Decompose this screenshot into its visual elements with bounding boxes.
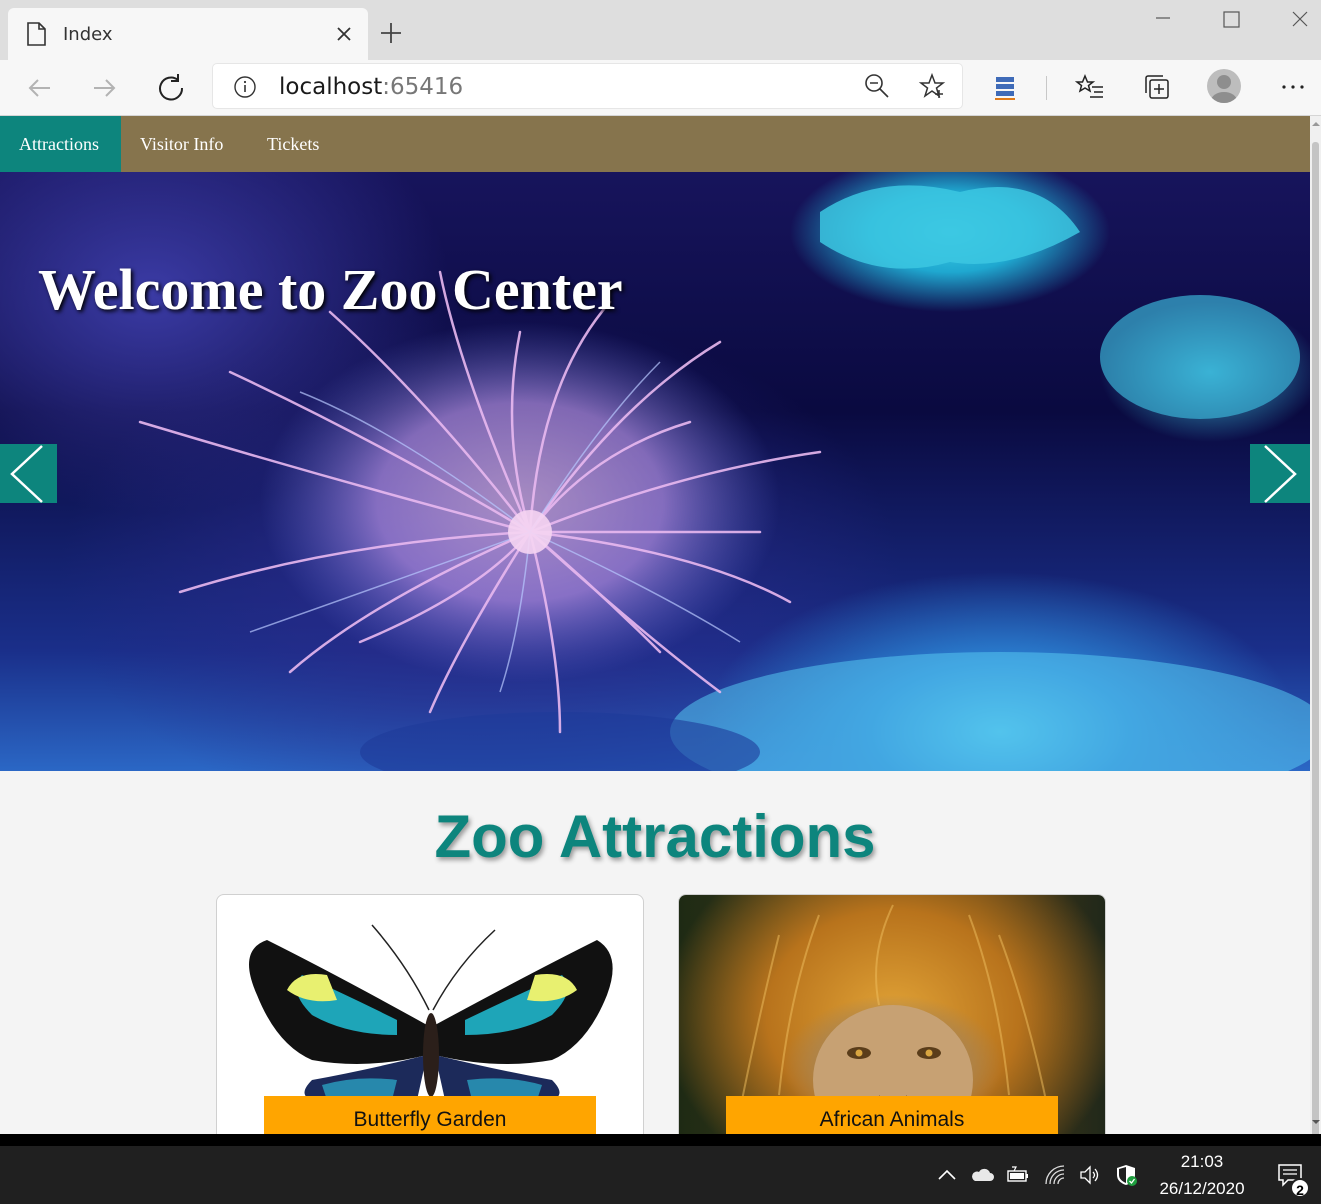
profile-avatar[interactable] [1207, 69, 1241, 103]
volume-icon[interactable] [1078, 1163, 1102, 1187]
page-viewport: Attractions Visitor Info Tickets Welcome… [0, 116, 1310, 1134]
scrollbar-thumb[interactable] [1312, 142, 1319, 1137]
wifi-icon[interactable] [1043, 1163, 1067, 1187]
favorites-list-icon[interactable] [1075, 72, 1105, 102]
close-tab-icon[interactable] [332, 22, 356, 46]
url-port: :65416 [382, 74, 464, 100]
carousel-next-button[interactable] [1250, 444, 1310, 503]
address-bar[interactable]: localhost:65416 [213, 64, 962, 108]
card-label: African Animals [726, 1096, 1058, 1134]
user-icon [1211, 75, 1237, 103]
site-navbar: Attractions Visitor Info Tickets [0, 116, 1310, 172]
favorite-star-icon[interactable] [918, 72, 946, 100]
maximize-icon[interactable] [1216, 6, 1246, 36]
section-title: Zoo Attractions [434, 803, 876, 870]
chevron-right-icon [1264, 445, 1297, 503]
hero-title: Welcome to Zoo Center [38, 257, 623, 322]
notification-count-badge: 2 [1290, 1178, 1310, 1198]
page-icon [27, 22, 46, 46]
scroll-up-icon[interactable] [1312, 120, 1320, 128]
taskbar-clock-time[interactable]: 21:03 [1160, 1152, 1244, 1172]
page-scrollbar[interactable] [1310, 116, 1321, 1137]
site-info-icon[interactable] [233, 75, 257, 99]
url-text: localhost:65416 [279, 74, 463, 100]
collections-stack-icon[interactable] [990, 72, 1020, 102]
show-hidden-icons-chevron-up-icon[interactable] [935, 1163, 959, 1187]
hero-carousel: Welcome to Zoo Center [0, 172, 1310, 771]
chevron-left-icon [10, 445, 43, 503]
taskbar-top-edge [0, 1134, 1321, 1146]
attraction-card-butterfly[interactable]: Butterfly Garden [216, 894, 644, 1134]
browser-tab[interactable]: Index [8, 8, 368, 60]
add-collection-icon[interactable] [1142, 72, 1172, 102]
windows-security-shield-icon[interactable] [1114, 1163, 1138, 1187]
browser-titlebar: Index [0, 0, 1321, 60]
refresh-icon[interactable] [153, 70, 189, 106]
url-host: localhost [279, 74, 383, 100]
nav-visitor-info[interactable]: Visitor Info [121, 116, 242, 172]
attraction-card-african-animals[interactable]: African Animals [678, 894, 1106, 1134]
toolbar-divider [1046, 76, 1047, 100]
zoom-icon[interactable] [863, 72, 891, 100]
nav-attractions[interactable]: Attractions [0, 116, 121, 172]
new-tab-icon[interactable] [378, 20, 404, 46]
tab-title: Index [63, 24, 113, 45]
browser-toolbar: localhost:65416 [0, 60, 1321, 116]
carousel-prev-button[interactable] [0, 444, 57, 503]
scroll-down-icon[interactable] [1312, 1118, 1320, 1126]
card-label: Butterfly Garden [264, 1096, 596, 1134]
back-icon[interactable] [22, 70, 58, 106]
nav-tickets[interactable]: Tickets [248, 116, 338, 172]
battery-icon[interactable] [1006, 1163, 1030, 1187]
forward-icon[interactable] [86, 70, 122, 106]
taskbar-clock-date[interactable]: 26/12/2020 [1146, 1179, 1258, 1199]
windows-taskbar: 21:03 26/12/2020 2 [0, 1146, 1321, 1204]
more-options-icon[interactable] [1278, 72, 1308, 102]
minimize-icon[interactable] [1148, 6, 1178, 36]
close-window-icon[interactable] [1285, 6, 1315, 36]
onedrive-cloud-icon[interactable] [970, 1163, 994, 1187]
